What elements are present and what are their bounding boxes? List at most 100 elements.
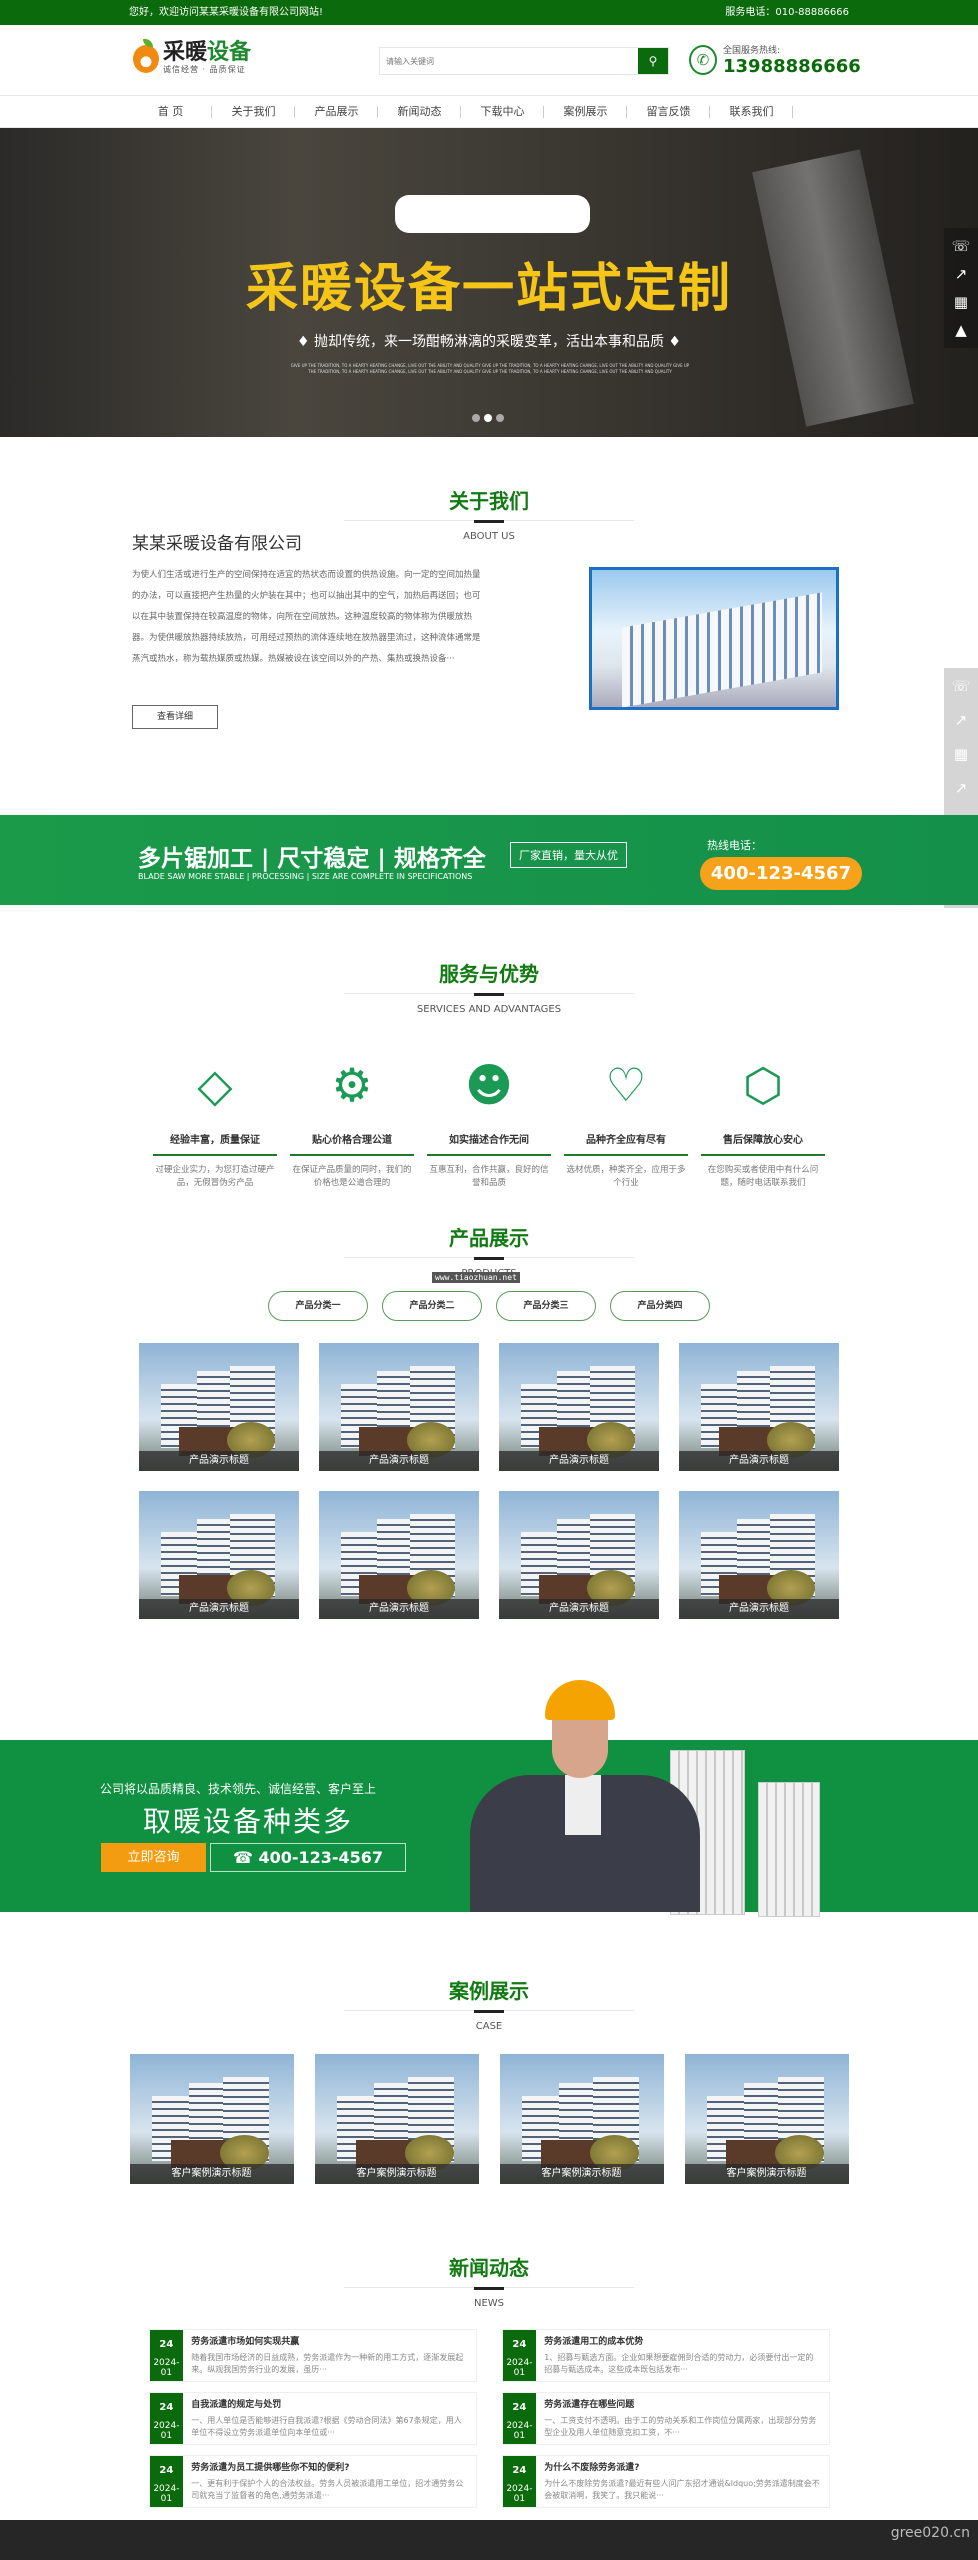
news-date: 24 2024-01 [149, 2330, 184, 2381]
slide-dot[interactable] [472, 414, 480, 422]
news-section: 新闻动态 NEWS 24 2024-01 劳务派遣市场如何实现共赢 随着我国市场经济的日… [0, 2252, 978, 2508]
product-card[interactable]: 产品演示标题 [319, 1343, 479, 1471]
service-text: 选材优质，种类齐全，应用于多个行业 [566, 1165, 686, 1188]
band-tag: 厂家直销，量大从优 [510, 842, 627, 868]
qrcode-icon[interactable]: ▦ [954, 292, 968, 312]
view-details-button[interactable]: 查看详细 [132, 705, 218, 729]
product-card[interactable]: 产品演示标题 [679, 1343, 839, 1471]
rocket-icon[interactable]: ▲ [955, 320, 967, 340]
nav-news[interactable]: 新闻动态 [378, 96, 461, 127]
news-en: NEWS [473, 2298, 505, 2309]
item-caption: 客户案例演示标题 [684, 2164, 849, 2184]
headset-icon[interactable]: ☏ [952, 676, 971, 696]
news-title[interactable]: 劳务派遣市场如何实现共赢 [191, 2334, 467, 2347]
service-item: ♡ 品种齐全应有尽有 选材优质，种类齐全，应用于多个行业 [564, 1055, 688, 1190]
news-date: 24 2024-01 [502, 2456, 537, 2507]
hotline-label: 全国服务热线: [723, 46, 781, 56]
news-month: 2024-01 [506, 2421, 533, 2441]
product-card[interactable]: 产品演示标题 [319, 1491, 479, 1619]
news-excerpt: 为什么不废除劳务派遣?最近有些人问广东招才通说&ldquo;劳务派遣制度会不会被… [544, 2479, 820, 2500]
news-title[interactable]: 自我派遣的规定与处罚 [191, 2397, 467, 2410]
logo-text: 采暖 [163, 40, 208, 65]
product-tab[interactable]: 产品分类一 [268, 1291, 368, 1321]
item-caption: 客户案例演示标题 [499, 2164, 664, 2184]
news-day: 24 [159, 2402, 174, 2413]
slide-dot-active[interactable] [484, 414, 492, 422]
case-card[interactable]: 客户案例演示标题 [684, 2054, 849, 2184]
share-icon[interactable]: ↗ [955, 264, 968, 284]
services-en: SERVICES AND ADVANTAGES [416, 1004, 562, 1015]
news-title[interactable]: 劳务派遣存在哪些问题 [544, 2397, 820, 2410]
logo-slogan: 诚信经营 · 品质保证 [163, 65, 246, 74]
consult-button[interactable]: 立即咨询 [101, 1843, 206, 1872]
item-caption: 产品演示标题 [679, 1451, 839, 1471]
news-item[interactable]: 24 2024-01 劳务派遣存在哪些问题 一、工资支付不透明。由于工的劳动关系和工作… [501, 2392, 830, 2445]
news-day: 24 [512, 2465, 527, 2476]
news-month: 2024-01 [506, 2484, 533, 2504]
promo-phone: ☎ 400-123-4567 [210, 1843, 406, 1872]
main-nav: 首 页 关于我们 产品展示 新闻动态 下载中心 案例展示 留言反馈 联系我们 [0, 95, 978, 128]
nav-contact[interactable]: 联系我们 [710, 96, 793, 127]
qrcode-icon[interactable]: ▦ [954, 744, 968, 764]
product-card[interactable]: 产品演示标题 [139, 1343, 299, 1471]
news-excerpt: 1、招募与甄选方面。企业如果想要雇佣到合适的劳动力，必须要付出一定的招募与甄选成… [544, 2353, 814, 2374]
search-button[interactable]: ⚲ [638, 48, 668, 74]
product-card[interactable]: 产品演示标题 [499, 1343, 659, 1471]
products-section: 产品展示PRODUCTS www.tiaozhuan.net 产品分类一产品分类… [0, 1222, 978, 1619]
news-item[interactable]: 24 2024-01 为什么不废除劳务派遣? 为什么不废除劳务派遣?最近有些人问广东招… [501, 2455, 830, 2508]
sale-icon: ⬡ [742, 1058, 784, 1112]
share-icon[interactable]: ↗ [955, 710, 968, 730]
news-title[interactable]: 劳务派遣用工的成本优势 [544, 2334, 820, 2347]
news-item[interactable]: 24 2024-01 劳务派遣为员工提供哪些你不知的便利? 一、更有利于保护个人的合法… [148, 2455, 477, 2508]
product-tab[interactable]: 产品分类三 [496, 1291, 596, 1321]
footer: gree020.cn [0, 2520, 978, 2560]
header: 采暖设备 诚信经营 · 品质保证 ⚲ ✆ 全国服务热线:13988886666 [129, 25, 861, 95]
share-icon[interactable]: ↗ [955, 778, 968, 798]
service-text: 在保证产品质量的同时，我们的价格也是公道合理的 [292, 1165, 412, 1188]
welcome-text: 您好，欢迎访问某某采暖设备有限公司网站! [129, 7, 324, 18]
service-text: 在您购买或者使用中有什么问题，随时电话联系我们 [707, 1165, 819, 1188]
watermark: www.tiaozhuan.net [432, 1272, 520, 1283]
nav-about[interactable]: 关于我们 [212, 96, 295, 127]
item-caption: 产品演示标题 [679, 1599, 839, 1619]
news-title[interactable]: 为什么不废除劳务派遣? [544, 2460, 820, 2473]
search-input[interactable] [380, 48, 638, 74]
promo-title: 取暖设备种类多 [143, 1805, 354, 1838]
factory-image [589, 567, 839, 710]
slide-dot[interactable] [496, 414, 504, 422]
feature-band: 多片锯加工 | 尺寸稳定 | 规格齐全 BLADE SAW MORE STABL… [0, 815, 978, 905]
product-tab[interactable]: 产品分类四 [610, 1291, 710, 1321]
phone-icon: ✆ [689, 45, 717, 75]
news-day: 24 [512, 2402, 527, 2413]
product-card[interactable]: 产品演示标题 [139, 1491, 299, 1619]
news-month: 2024-01 [153, 2484, 180, 2504]
nav-home[interactable]: 首 页 [129, 96, 212, 127]
news-item[interactable]: 24 2024-01 劳务派遣市场如何实现共赢 随着我国市场经济的日益成熟，劳务派遣作… [148, 2329, 477, 2382]
news-date: 24 2024-01 [149, 2393, 184, 2444]
search-box: ⚲ [379, 47, 669, 75]
headset-icon[interactable]: ☏ [952, 236, 971, 256]
band-phone-button[interactable]: 400-123-4567 [700, 857, 862, 890]
case-card[interactable]: 客户案例演示标题 [129, 2054, 294, 2184]
product-card[interactable]: 产品演示标题 [679, 1491, 839, 1619]
nav-cases[interactable]: 案例展示 [544, 96, 627, 127]
product-tab[interactable]: 产品分类二 [382, 1291, 482, 1321]
case-card[interactable]: 客户案例演示标题 [499, 2054, 664, 2184]
product-card[interactable]: 产品演示标题 [499, 1491, 659, 1619]
nav-feedback[interactable]: 留言反馈 [627, 96, 710, 127]
nav-products[interactable]: 产品展示 [295, 96, 378, 127]
news-month: 2024-01 [153, 2358, 180, 2378]
item-caption: 产品演示标题 [499, 1451, 659, 1471]
service-text: 互惠互利，合作共赢，良好的信誉和品质 [429, 1165, 549, 1188]
service-item: ◇ 经验丰富，质量保证 过硬企业实力，为您打造过硬产品，无假冒伪劣产品 [153, 1055, 277, 1190]
case-card[interactable]: 客户案例演示标题 [314, 2054, 479, 2184]
banner-title: 采暖设备一站式定制 [245, 258, 732, 319]
divider [344, 2287, 634, 2290]
logo[interactable]: 采暖设备 诚信经营 · 品质保证 [133, 38, 251, 75]
news-item[interactable]: 24 2024-01 劳务派遣用工的成本优势 1、招募与甄选方面。企业如果想要雇佣到合… [501, 2329, 830, 2382]
services-title: 服务与优势 [439, 962, 539, 986]
news-title[interactable]: 劳务派遣为员工提供哪些你不知的便利? [191, 2460, 467, 2473]
news-month: 2024-01 [506, 2358, 533, 2378]
news-item[interactable]: 24 2024-01 自我派遣的规定与处罚 一、用人单位是否能够进行自我派遣?根据《劳… [148, 2392, 477, 2445]
nav-download[interactable]: 下载中心 [461, 96, 544, 127]
